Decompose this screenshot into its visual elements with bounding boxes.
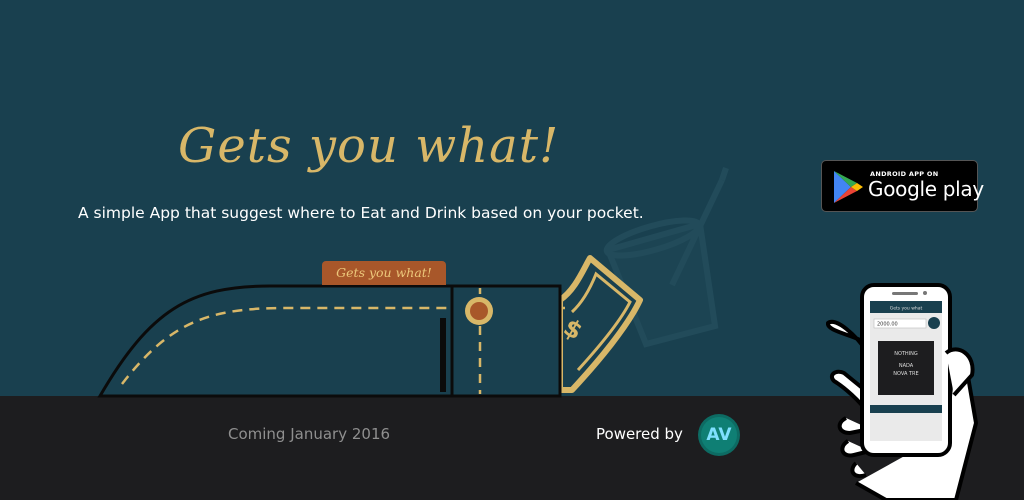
- tagline: A simple App that suggest where to Eat a…: [78, 204, 644, 222]
- svg-text:NOVA TRE: NOVA TRE: [893, 371, 918, 377]
- wallet-tab-label: Gets you what!: [322, 261, 446, 285]
- google-play-badge[interactable]: ANDROID APP ON Google play: [821, 160, 984, 212]
- play-badge-big-text: Google play: [868, 177, 984, 201]
- av-logo[interactable]: AV: [697, 413, 741, 457]
- powered-by-text: Powered by: [596, 425, 683, 443]
- phone-in-hand-illustration: Gets you what 2000.00 NOTHING NADA NOVA …: [826, 283, 978, 500]
- phone-amount: 2000.00: [877, 322, 898, 328]
- av-logo-text: AV: [706, 425, 732, 445]
- headline: Gets you what!: [178, 118, 560, 174]
- phone-screen-title: Gets you what: [890, 306, 923, 312]
- svg-text:NOTHING: NOTHING: [894, 351, 918, 357]
- coming-soon-text: Coming January 2016: [228, 425, 391, 443]
- svg-text:NADA: NADA: [899, 363, 914, 369]
- play-store-icon: [834, 171, 863, 203]
